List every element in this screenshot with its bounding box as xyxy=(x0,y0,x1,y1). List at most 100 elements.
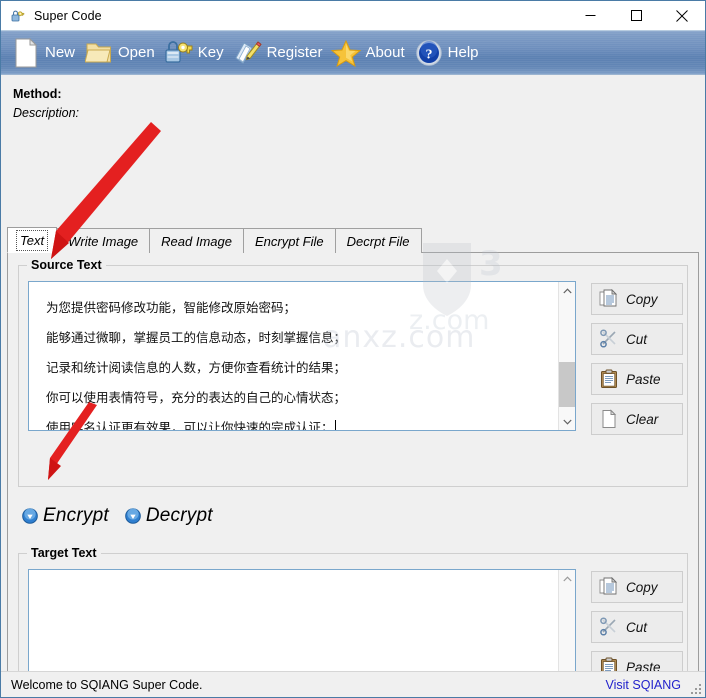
source-text-line-2: 能够通过微聊，掌握员工的信息动态，时刻掌握信息； xyxy=(46,331,347,345)
svg-text:?: ? xyxy=(425,47,432,62)
minimize-icon xyxy=(585,15,595,16)
source-text-line-4: 你可以使用表情符号，充分的表达的自己的心情状态； xyxy=(46,391,347,405)
method-label: Method: xyxy=(13,87,62,101)
tab-read-image-label: Read Image xyxy=(161,233,232,249)
source-text-scrollbar[interactable] xyxy=(558,282,575,430)
open-folder-icon xyxy=(84,38,114,68)
toolbar-button-register[interactable]: Register xyxy=(231,33,330,73)
register-pencil-icon xyxy=(233,38,263,68)
target-text-input[interactable] xyxy=(28,569,576,671)
source-paste-button[interactable]: Paste xyxy=(591,363,683,395)
toolbar-button-open[interactable]: Open xyxy=(82,33,162,73)
source-text-line-1: 为您提供密码修改功能，智能修改原始密码； xyxy=(46,301,297,315)
scroll-thumb[interactable] xyxy=(559,361,575,408)
mode-encrypt-label: Encrypt xyxy=(43,505,109,526)
source-copy-button[interactable]: Copy xyxy=(591,283,683,315)
star-icon xyxy=(331,38,362,68)
text-caret xyxy=(334,420,336,430)
question-mark-icon: ? xyxy=(414,38,444,68)
toolbar-button-help[interactable]: ? Help xyxy=(412,33,486,73)
target-cut-label: Cut xyxy=(626,619,648,635)
lock-key-icon xyxy=(10,8,26,24)
tab-decrypt-file[interactable]: Decrpt File xyxy=(334,228,422,253)
toolbar-label-key: Key xyxy=(197,44,224,61)
tab-read-image[interactable]: Read Image xyxy=(149,228,244,253)
source-cut-label: Cut xyxy=(626,331,648,347)
toolbar-label-new: New xyxy=(45,44,76,61)
source-text-input[interactable]: 为您提供密码修改功能，智能修改原始密码； 能够通过微聊，掌握员工的信息动态，时刻… xyxy=(28,281,576,431)
target-text-group-title: Target Text xyxy=(27,546,101,560)
toolbar-button-about[interactable]: About xyxy=(329,33,411,73)
lock-key-icon xyxy=(164,38,194,68)
scissors-icon xyxy=(598,328,620,350)
minimize-button[interactable] xyxy=(567,1,613,30)
chevron-down-icon xyxy=(562,419,572,425)
target-copy-label: Copy xyxy=(626,579,658,595)
source-text-content: 为您提供密码修改功能，智能修改原始密码； 能够通过微聊，掌握员工的信息动态，时刻… xyxy=(29,282,558,430)
tab-text-label: Text xyxy=(15,229,49,251)
scroll-up-button[interactable] xyxy=(559,570,575,587)
source-clear-button[interactable]: Clear xyxy=(591,403,683,435)
title-bar: Super Code xyxy=(1,1,705,30)
source-clear-label: Clear xyxy=(626,411,659,427)
tab-text[interactable]: Text xyxy=(7,227,58,253)
source-text-line-3: 记录和统计阅读信息的人数，方便你查看统计的结果； xyxy=(46,361,347,375)
blue-down-arrow-icon xyxy=(125,508,141,524)
window-controls xyxy=(567,1,705,30)
content-area: Method: Description: Text Write Image Re… xyxy=(1,75,705,671)
scissors-icon xyxy=(598,616,620,638)
status-bar: Welcome to SQIANG Super Code. Visit SQIA… xyxy=(1,671,705,697)
mode-encrypt-option[interactable]: Encrypt xyxy=(22,505,109,527)
maximize-button[interactable] xyxy=(613,1,659,30)
tab-decrypt-file-label: Decrpt File xyxy=(346,233,410,249)
scroll-track[interactable] xyxy=(559,299,575,413)
resize-grip-icon[interactable] xyxy=(690,682,702,694)
target-text-content xyxy=(29,570,558,671)
target-cut-button[interactable]: Cut xyxy=(591,611,683,643)
toolbar-button-key[interactable]: Key xyxy=(162,33,231,73)
chevron-up-icon xyxy=(562,287,572,293)
source-text-line-5-text: 使用实名认证更有效果，可以让你快速的完成认证； xyxy=(46,421,334,430)
toolbar-label-register: Register xyxy=(266,44,323,61)
target-paste-button[interactable]: Paste xyxy=(591,651,683,671)
source-paste-label: Paste xyxy=(626,371,661,387)
app-window: Super Code New Open Key Register About ?… xyxy=(0,0,706,698)
status-message: Welcome to SQIANG Super Code. xyxy=(11,677,203,692)
mode-decrypt-option[interactable]: Decrypt xyxy=(125,505,213,527)
blank-page-icon xyxy=(598,408,620,430)
visit-sqiang-link[interactable]: Visit SQIANG xyxy=(606,678,681,692)
target-text-scrollbar[interactable] xyxy=(558,570,575,671)
toolbar-label-help: Help xyxy=(447,44,479,61)
tab-page-text: Source Text 为您提供密码修改功能，智能修改原始密码； 能够通过微聊，… xyxy=(7,252,699,671)
new-document-icon xyxy=(11,37,41,68)
close-button[interactable] xyxy=(659,1,705,30)
tab-headers: Text Write Image Read Image Encrypt File… xyxy=(7,227,699,253)
scroll-track[interactable] xyxy=(559,587,575,671)
clipboard-icon xyxy=(598,368,620,390)
blue-down-arrow-icon xyxy=(22,508,38,524)
target-copy-button[interactable]: Copy xyxy=(591,571,683,603)
toolbar-label-about: About xyxy=(365,44,405,61)
scroll-up-button[interactable] xyxy=(559,282,575,299)
tab-write-image-label: Write Image xyxy=(68,233,139,249)
tab-write-image[interactable]: Write Image xyxy=(56,228,151,253)
source-text-line-5: 使用实名认证更有效果，可以让你快速的完成认证； xyxy=(46,413,558,430)
window-title: Super Code xyxy=(34,8,102,23)
tab-encrypt-file-label: Encrypt File xyxy=(255,233,324,249)
scroll-down-button[interactable] xyxy=(559,413,575,430)
copy-icon xyxy=(598,288,620,310)
source-cut-button[interactable]: Cut xyxy=(591,323,683,355)
chevron-up-icon xyxy=(562,575,572,581)
tab-control: Text Write Image Read Image Encrypt File… xyxy=(7,227,699,671)
mode-selector: Encrypt Decrypt xyxy=(22,505,229,527)
method-info-area: Method: Description: xyxy=(1,75,705,120)
maximize-icon xyxy=(630,10,642,21)
copy-icon xyxy=(598,576,620,598)
description-label: Description: xyxy=(13,106,79,120)
close-icon xyxy=(676,9,688,22)
clipboard-icon xyxy=(598,656,620,671)
source-copy-label: Copy xyxy=(626,291,658,307)
toolbar-button-new[interactable]: New xyxy=(9,33,82,73)
tab-encrypt-file[interactable]: Encrypt File xyxy=(243,228,336,253)
target-paste-label: Paste xyxy=(626,659,661,672)
